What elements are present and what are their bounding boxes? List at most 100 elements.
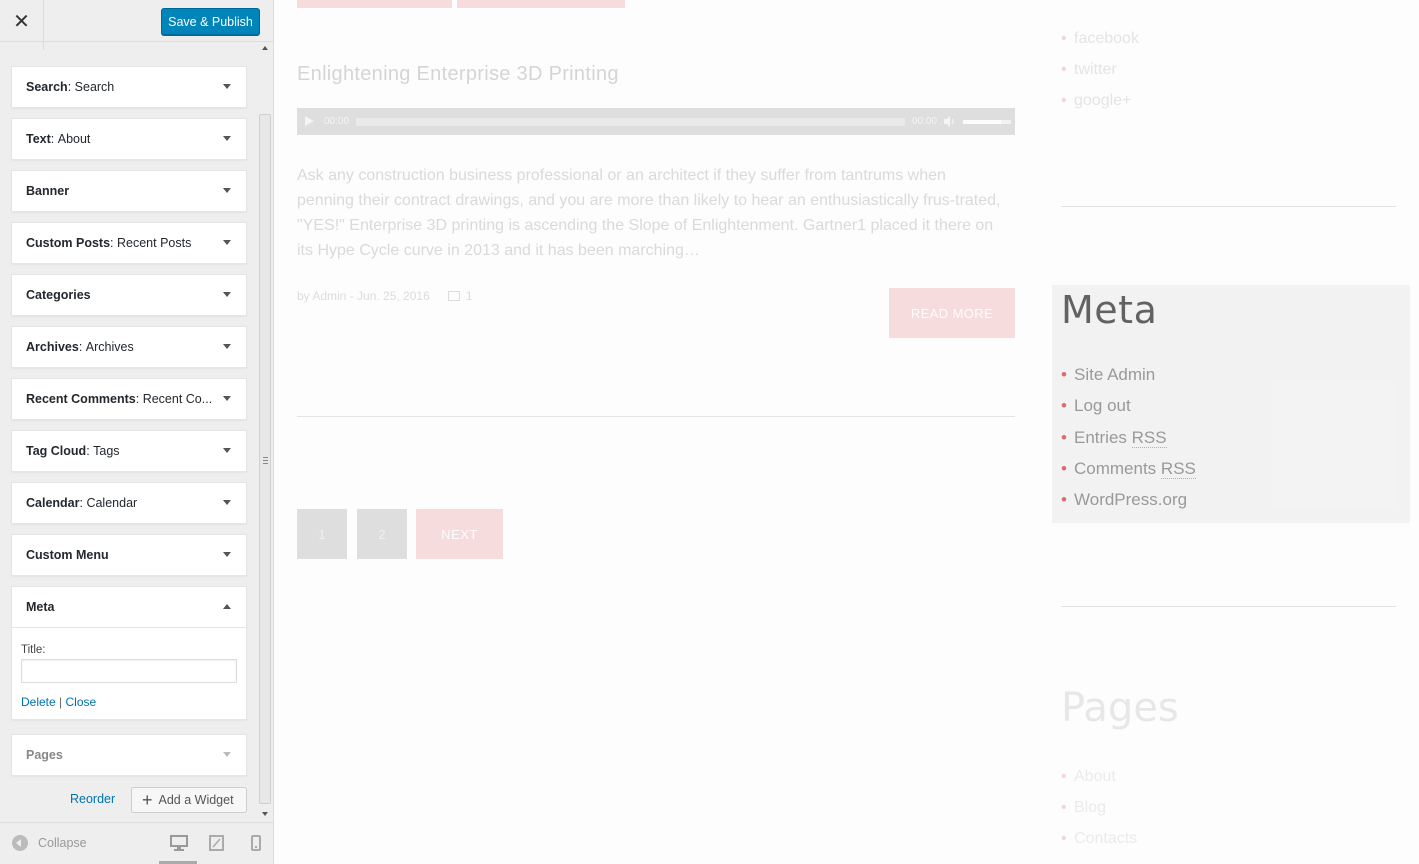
sidebar-scrollbar[interactable] [258,42,273,822]
widget-archives[interactable]: Archives: Archives [11,326,247,368]
delete-link[interactable]: Delete [21,695,56,709]
comments-rss-prefix: Comments [1074,458,1161,478]
post-byline: by Admin - Jun. 25, 2016 [297,289,430,303]
widget-type: Tag Cloud [26,444,87,458]
volume-level [963,120,1002,124]
duration-time: 00:00 [912,116,938,127]
reorder-link[interactable]: Reorder [70,792,115,806]
volume-slider[interactable] [963,120,1011,124]
customizer-app: ✕ Save & Publish Search: Search Text: Ab… [0,0,1419,864]
play-icon[interactable] [305,116,314,126]
site-preview: Enlightening Enterprise 3D Printing 00:0… [274,0,1419,864]
widget-colon: : [110,236,117,250]
header-divider [43,42,44,50]
widget-colon: : [78,340,86,354]
widget-actions: Delete | Close [21,695,237,709]
collapse-icon [12,835,28,851]
widget-type: Pages [26,748,63,762]
expand-arrow-icon[interactable] [223,552,231,557]
desktop-icon[interactable] [170,835,188,851]
widget-text[interactable]: Text: About [11,118,247,160]
expand-arrow-icon[interactable] [223,84,231,89]
pages-widget-heading: Pages [1061,685,1179,731]
widget-header[interactable]: Search: Search [12,67,246,107]
widget-recent-comments[interactable]: Recent Comments: Recent Co... [11,378,247,420]
comments-rss-link[interactable]: Comments RSS [1061,458,1196,490]
site-admin-link[interactable]: Site Admin [1061,365,1196,396]
comments-rss-abbr: RSS [1160,458,1196,479]
widget-header[interactable]: Recent Comments: Recent Co... [12,379,246,419]
page-link-contacts[interactable]: Contacts [1061,830,1137,861]
widget-header[interactable]: Tag Cloud: Tags [12,431,246,471]
audio-progress-rail[interactable] [356,118,905,126]
log-out-link[interactable]: Log out [1061,396,1196,427]
add-widget-button[interactable]: + Add a Widget [131,787,247,813]
expand-arrow-icon[interactable] [223,396,231,401]
page-link-blog[interactable]: Blog [1061,799,1137,830]
scroll-thumb[interactable] [259,114,271,804]
entries-rss-link[interactable]: Entries RSS [1061,427,1196,459]
widget-tag-cloud[interactable]: Tag Cloud: Tags [11,430,247,472]
widget-title: Recent Posts [117,236,192,250]
widget-search[interactable]: Search: Search [11,66,247,108]
pagination-page-1[interactable]: 1 [297,509,347,559]
expand-arrow-icon[interactable] [223,188,231,193]
widget-calendar[interactable]: Calendar: Calendar [11,482,247,524]
expand-arrow-icon[interactable] [223,752,231,757]
widget-title: Search [74,80,115,94]
comment-count[interactable]: 1 [466,289,473,303]
social-link-twitter[interactable]: twitter [1061,61,1139,92]
scroll-up-arrow-icon[interactable] [262,46,268,50]
close-link[interactable]: Close [66,695,97,709]
expand-arrow-icon[interactable] [223,448,231,453]
social-link-facebook[interactable]: facebook [1061,30,1139,61]
widget-pages[interactable]: Pages [11,734,247,776]
post-tag-tab[interactable] [297,0,452,8]
widget-colon: : [86,444,94,458]
widget-header[interactable]: Meta [12,587,246,627]
widget-title: Recent Co... [142,392,213,406]
collapse-arrow-icon[interactable] [223,604,231,609]
pagination-page-2[interactable]: 2 [357,509,407,559]
widget-custom-menu[interactable]: Custom Menu [11,534,247,576]
widget-custom-posts[interactable]: Custom Posts: Recent Posts [11,222,247,264]
expand-arrow-icon[interactable] [223,344,231,349]
tablet-icon[interactable] [208,835,226,851]
collapse-button[interactable]: Collapse [12,835,87,851]
pagination-next-button[interactable]: NEXT [416,509,503,559]
volume-icon[interactable] [944,116,956,127]
save-publish-button[interactable]: Save & Publish [161,8,260,35]
widget-header[interactable]: Custom Menu [12,535,246,575]
social-link-google-plus[interactable]: google+ [1061,92,1139,123]
page-link-about[interactable]: About [1061,768,1137,799]
title-input[interactable] [21,659,237,683]
audio-player: 00:00 00:00 [297,108,1015,135]
widget-meta-expanded[interactable]: Meta Title: Delete | Close [11,586,247,720]
post-title[interactable]: Enlightening Enterprise 3D Printing [297,63,619,86]
scroll-down-arrow-icon[interactable] [262,812,268,816]
mobile-icon[interactable] [247,835,265,851]
widget-header[interactable]: Banner [12,171,246,211]
widget-header[interactable]: Custom Posts: Recent Posts [12,223,246,263]
expand-arrow-icon[interactable] [223,240,231,245]
widget-categories[interactable]: Categories [11,274,247,316]
widget-header[interactable]: Categories [12,275,246,315]
widget-header[interactable]: Text: About [12,119,246,159]
read-more-button[interactable]: READ MORE [889,288,1015,338]
post-tag-tab[interactable] [457,0,625,8]
widget-banner[interactable]: Banner [11,170,247,212]
close-icon[interactable]: ✕ [0,0,44,42]
widget-colon: : [67,80,75,94]
widget-header[interactable]: Pages [12,735,246,775]
widget-type: Recent Comments [26,392,136,406]
widget-header[interactable]: Archives: Archives [12,327,246,367]
widget-title: Archives [85,340,134,354]
expand-arrow-icon[interactable] [223,136,231,141]
meta-widget-preview: Meta Site Admin Log out Entries RSS Comm… [1052,285,1410,523]
add-widget-label: Add a Widget [158,793,234,807]
post-meta: by Admin - Jun. 25, 2016 1 [297,289,472,303]
expand-arrow-icon[interactable] [223,292,231,297]
widget-header[interactable]: Calendar: Calendar [12,483,246,523]
wordpress-org-link[interactable]: WordPress.org [1061,490,1196,521]
expand-arrow-icon[interactable] [223,500,231,505]
